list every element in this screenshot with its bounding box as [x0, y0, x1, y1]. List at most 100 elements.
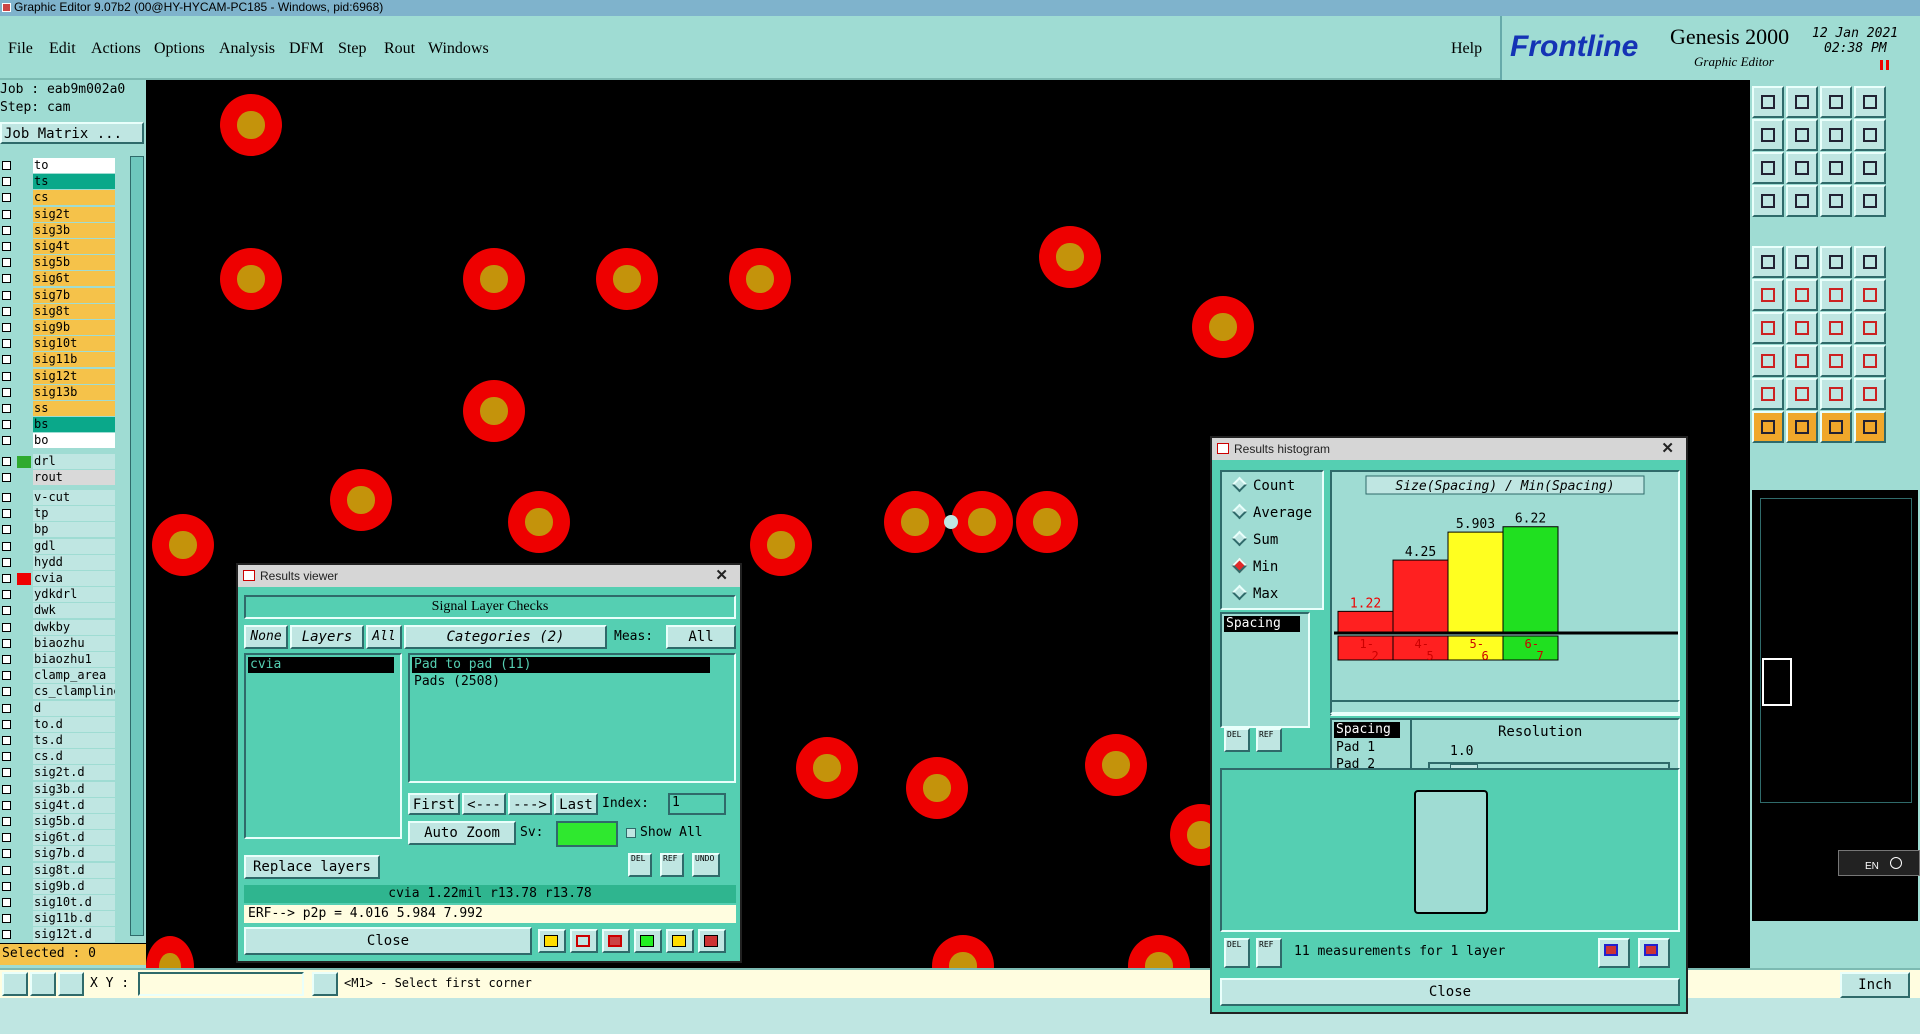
- show-all-checkbox[interactable]: [626, 828, 636, 838]
- layer-checkbox[interactable]: [2, 752, 11, 762]
- layer-row[interactable]: sig4t: [0, 239, 118, 254]
- none-button[interactable]: None: [244, 625, 288, 649]
- layer-row[interactable]: sig5b.d: [0, 814, 118, 829]
- layer-checkbox[interactable]: [2, 209, 11, 219]
- layer-display-swatch[interactable]: [17, 638, 31, 650]
- chart-scrollbar[interactable]: [1330, 700, 1680, 714]
- layer-checkbox[interactable]: [2, 687, 11, 697]
- export-icon[interactable]: [634, 929, 662, 953]
- layer-display-swatch[interactable]: [17, 719, 31, 731]
- histogram-icon[interactable]: [698, 929, 726, 953]
- menu-dfm[interactable]: DFM: [289, 40, 324, 58]
- layer-row[interactable]: ydkdrl: [0, 587, 118, 603]
- layer-checkbox[interactable]: [2, 355, 11, 365]
- next-icon[interactable]: [1786, 119, 1818, 151]
- edit-icon[interactable]: [1854, 345, 1886, 377]
- all-layers-button[interactable]: All: [366, 625, 402, 649]
- index-input[interactable]: 1: [668, 793, 726, 815]
- home-icon[interactable]: [1820, 86, 1852, 118]
- layer-checkbox[interactable]: [2, 622, 11, 632]
- layer-checkbox[interactable]: [2, 784, 11, 794]
- layer-row[interactable]: sig7b.d: [0, 846, 118, 862]
- layer-row[interactable]: dwk: [0, 603, 118, 619]
- layer-checkbox[interactable]: [2, 768, 11, 778]
- layer-row[interactable]: sig10t: [0, 336, 118, 352]
- close-button[interactable]: Close: [1220, 978, 1680, 1006]
- attrib-icon[interactable]: [1854, 185, 1886, 217]
- min-radio[interactable]: Min: [1234, 559, 1278, 575]
- clear-icon[interactable]: [602, 929, 630, 953]
- layer-row[interactable]: clamp_area: [0, 668, 118, 684]
- layer-display-swatch[interactable]: [17, 492, 31, 504]
- layer-row[interactable]: biaozhu: [0, 635, 118, 651]
- layer-checkbox[interactable]: [2, 865, 11, 875]
- layer-display-swatch[interactable]: [17, 557, 31, 569]
- menu-actions[interactable]: Actions: [91, 40, 141, 58]
- layer-checkbox[interactable]: [2, 849, 11, 859]
- layer-display-swatch[interactable]: [17, 322, 31, 334]
- layer-checkbox[interactable]: [2, 671, 11, 681]
- max-radio[interactable]: Max: [1234, 586, 1278, 602]
- layer-display-swatch[interactable]: [17, 192, 31, 204]
- align-icon[interactable]: [1854, 312, 1886, 344]
- layer-display-swatch[interactable]: [17, 371, 31, 383]
- layer-display-swatch[interactable]: [17, 257, 31, 269]
- layer-checkbox[interactable]: [2, 274, 11, 284]
- cross-icon[interactable]: [1786, 279, 1818, 311]
- link-icon[interactable]: [1854, 279, 1886, 311]
- slash-icon[interactable]: [1786, 312, 1818, 344]
- connect-icon[interactable]: [1752, 279, 1784, 311]
- job-matrix-button[interactable]: Job Matrix ...: [0, 122, 144, 144]
- language-indicator[interactable]: EN: [1838, 850, 1920, 876]
- layer-checkbox[interactable]: [2, 472, 11, 482]
- layer-row[interactable]: sig6t.d: [0, 830, 118, 846]
- close-icon[interactable]: ✕: [715, 565, 728, 587]
- prev-icon[interactable]: [1752, 119, 1784, 151]
- layer-row[interactable]: sig5b: [0, 255, 118, 271]
- layer-display-swatch[interactable]: [17, 767, 31, 779]
- layer-row[interactable]: ts.d: [0, 733, 118, 748]
- select-tool-icon[interactable]: [2, 972, 28, 996]
- layer-checkbox[interactable]: [2, 525, 11, 535]
- pad-icon[interactable]: [1752, 345, 1784, 377]
- layer-display-swatch[interactable]: [17, 209, 31, 221]
- next-button[interactable]: --->: [508, 793, 552, 815]
- layer-scrollbar[interactable]: [130, 156, 144, 936]
- layer-checkbox[interactable]: [2, 290, 11, 300]
- panel-icon[interactable]: [1854, 86, 1886, 118]
- layer-row[interactable]: sig11b: [0, 352, 118, 368]
- layer-row[interactable]: sig9b.d: [0, 878, 118, 894]
- sum-radio[interactable]: Sum: [1234, 532, 1278, 548]
- layer-display-swatch[interactable]: [17, 897, 31, 909]
- menu-file[interactable]: File: [8, 40, 33, 58]
- xy-input[interactable]: [138, 972, 304, 996]
- flag-icon[interactable]: [1854, 378, 1886, 410]
- layer-checkbox[interactable]: [2, 736, 11, 745]
- count-radio[interactable]: Count: [1234, 478, 1295, 494]
- layer-row[interactable]: hydd: [0, 554, 118, 570]
- layer-display-swatch[interactable]: [17, 338, 31, 350]
- measure-type-list[interactable]: Spacing: [1220, 612, 1310, 728]
- category-item[interactable]: Pads (2508): [412, 674, 710, 690]
- layer-row[interactable]: sig10t.d: [0, 895, 118, 910]
- arc-icon[interactable]: [1820, 312, 1852, 344]
- layer-result-item[interactable]: cvia: [248, 657, 394, 673]
- split-icon[interactable]: [1820, 119, 1852, 151]
- histogram-bar[interactable]: [1447, 531, 1504, 633]
- select-icon[interactable]: [1854, 411, 1886, 443]
- layer-checkbox[interactable]: [2, 574, 11, 583]
- layer-checkbox[interactable]: [2, 258, 11, 268]
- layer-display-swatch[interactable]: [17, 273, 31, 285]
- layer-display-swatch[interactable]: [17, 703, 31, 715]
- layer-results-list[interactable]: cvia: [244, 653, 402, 839]
- layer-checkbox[interactable]: [2, 557, 11, 567]
- auto-zoom-dropdown[interactable]: Auto Zoom: [408, 821, 516, 845]
- menu-step[interactable]: Step: [338, 40, 366, 58]
- close-button[interactable]: Close: [244, 927, 532, 955]
- layers-button[interactable]: Layers: [290, 625, 364, 649]
- layer-row[interactable]: rout: [0, 469, 118, 485]
- layer-row[interactable]: sig7b: [0, 287, 118, 303]
- square-icon[interactable]: [1752, 246, 1784, 278]
- layer-row[interactable]: tp: [0, 506, 118, 522]
- histogram-titlebar[interactable]: Results histogram ✕: [1212, 438, 1686, 460]
